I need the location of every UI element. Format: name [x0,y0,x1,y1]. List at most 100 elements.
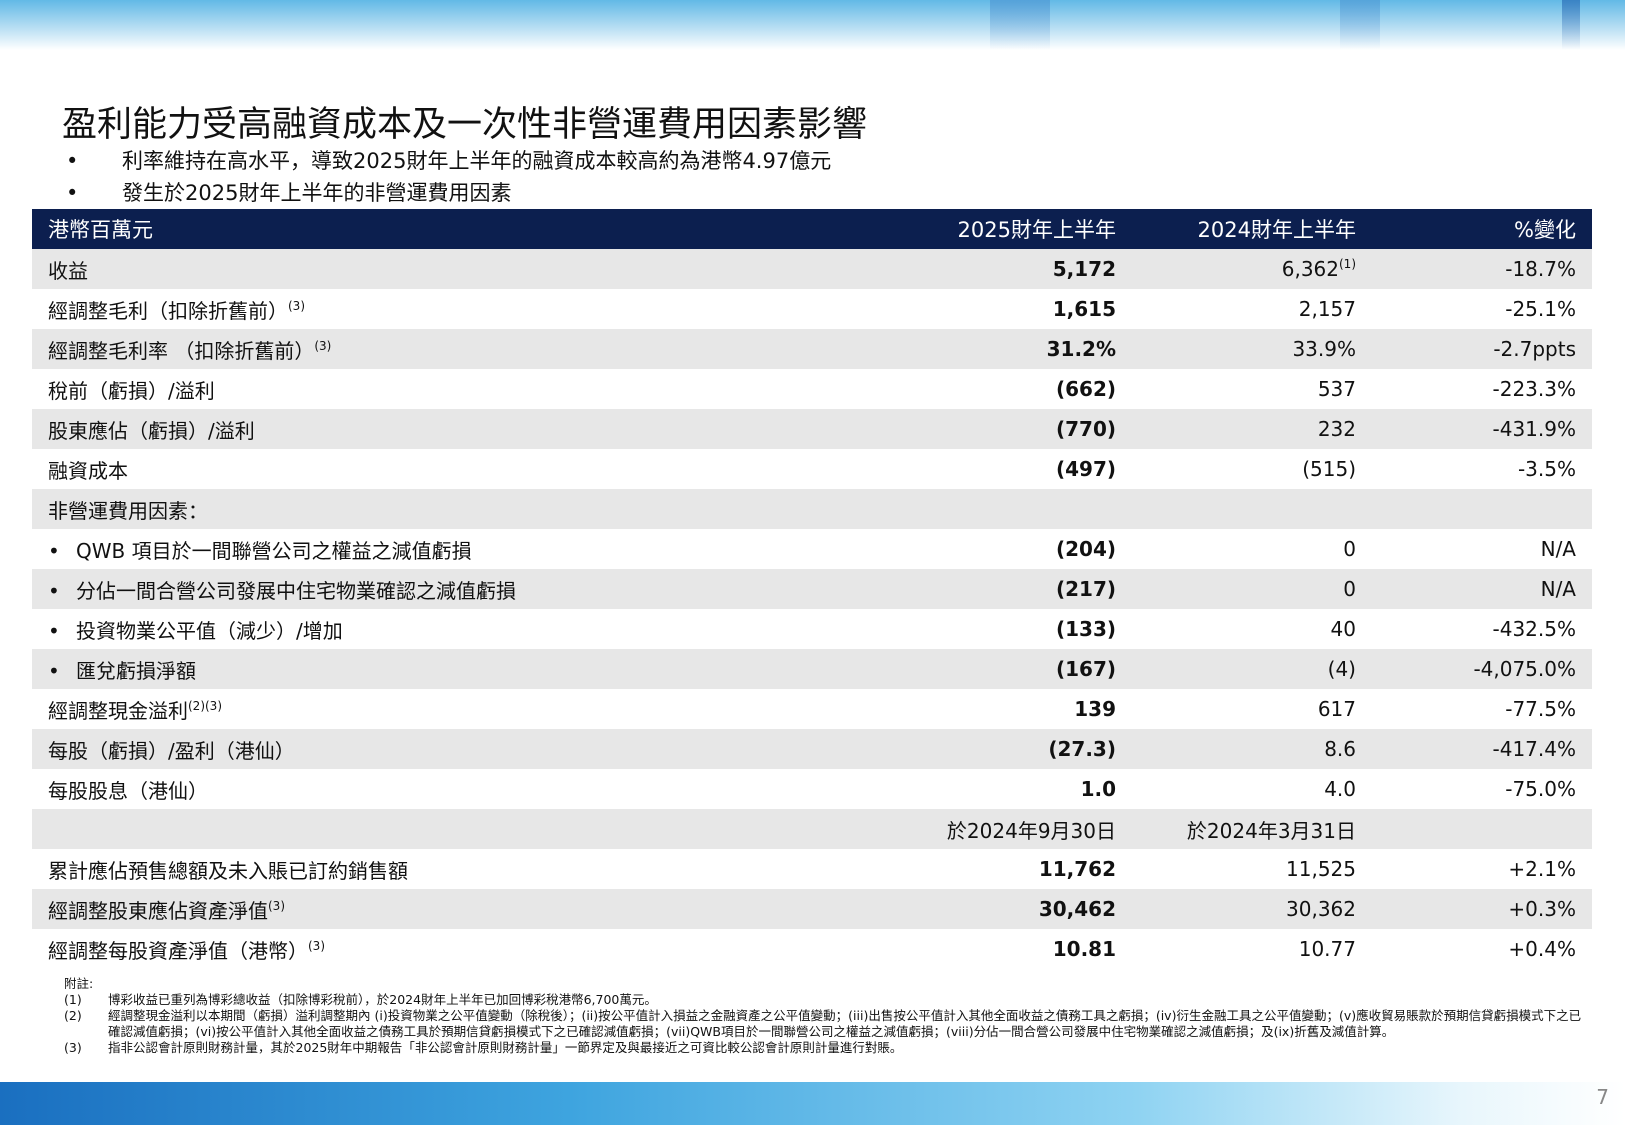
financial-table-wrap: 港幣百萬元 2025財年上半年 2024財年上半年 %變化 收益 5,172 6,3… [32,209,1592,969]
table-row: 經調整毛利（扣除折舊前）(3) 1,615 2,157 -25.1% [32,289,1592,329]
value-text: 4.0 [1324,777,1356,801]
row-label-text: 非營運費用因素： [48,498,208,523]
value-fy2025: 139 [1074,697,1116,721]
value-fy2025: 10.81 [1052,937,1116,961]
row-label-text: QWB 項目於一間聯營公司之權益之減值虧損 [76,538,472,563]
table-row: • 投資物業公平值（減少）/增加 (133) 40 -432.5% [32,609,1592,649]
value-change: -3.5% [1517,457,1576,481]
date-heading-prior: 於2024年3月31日 [1132,809,1372,849]
row-label: • 分佔一間合營公司發展中住宅物業確認之減值虧損 [32,569,826,609]
value-change: -417.4% [1492,737,1576,761]
bullet-dot-icon: • [48,618,60,643]
table-body: 收益 5,172 6,362(1) -18.7% 經調整毛利（扣除折舊前）(3) 1,61… [32,249,1592,969]
value-change: N/A [1540,537,1576,561]
value-change [1372,489,1592,529]
bullet-dot-icon: • [48,658,60,683]
row-label: 收益 [32,249,826,289]
value-change: +0.4% [1508,937,1576,961]
value-fy2025: (27.3) [1048,737,1116,761]
bullet-dot-icon: • [48,538,60,563]
row-label: 每股（虧損）/盈利（港仙） [32,729,826,769]
value-fy2025: (770) [1055,417,1116,441]
value-change: +2.1% [1508,857,1576,881]
row-label-text: 股東應佔（虧損）/溢利 [48,418,255,443]
table-row: 每股股息（港仙） 1.0 4.0 -75.0% [32,769,1592,809]
table-row: 於2024年9月30日 於2024年3月31日 [32,809,1592,849]
value-text: 6,362 [1281,257,1339,281]
row-label-text: 分佔一間合營公司發展中住宅物業確認之減值虧損 [76,578,516,603]
table-row: 累計應佔預售總額及未入賬已訂約銷售額 11,762 11,525 +2.1% [32,849,1592,889]
band-glow [990,0,1050,50]
row-label-text: 匯兌虧損淨額 [76,658,196,683]
row-label-text: 融資成本 [48,458,128,483]
table-header-row: 港幣百萬元 2025財年上半年 2024財年上半年 %變化 [32,209,1592,249]
bullet-text: 利率維持在高水平，導致2025財年上半年的融資成本較高約為港幣4.97億元 [122,149,832,173]
row-label: 每股股息（港仙） [32,769,826,809]
value-text: 8.6 [1324,737,1356,761]
footnotes-title: 附註: [64,976,94,991]
value-fy2024: 33.9% [1132,329,1372,369]
table-row: 經調整每股資產淨值（港幣）(3) 10.81 10.77 +0.4% [32,929,1592,969]
header-fy2025: 2025財年上半年 [957,218,1116,242]
value-text: 40 [1330,617,1356,641]
bullet-text: 發生於2025財年上半年的非營運費用因素 [122,181,512,205]
value-fy2025 [826,489,1132,529]
value-fy2024: 617 [1132,689,1372,729]
date-heading-current: 於2024年9月30日 [946,818,1116,843]
footnote-ref: (3) [288,298,305,313]
table-row: 經調整現金溢利(2)(3) 139 617 -77.5% [32,689,1592,729]
footnote-ref: (2)(3) [188,698,222,713]
value-fy2025: (662) [1055,377,1116,401]
financial-table: 港幣百萬元 2025財年上半年 2024財年上半年 %變化 收益 5,172 6,3… [32,209,1592,969]
table-row: 經調整毛利率 （扣除折舊前）(3) 31.2% 33.9% -2.7ppts [32,329,1592,369]
value-fy2025: 1.0 [1080,777,1116,801]
bottom-decorative-band [0,1082,1625,1125]
footnote-item: (2) 經調整現金溢利以本期間（虧損）溢利調整期內 (i)投資物業之公平值變動（除… [64,1008,1584,1040]
value-fy2025: (133) [1055,617,1116,641]
top-decorative-band [0,0,1625,50]
row-label: • 投資物業公平值（減少）/增加 [32,609,826,649]
row-label: 經調整現金溢利(2)(3) [32,689,826,729]
value-text: 0 [1343,537,1356,561]
footnote-ref: (3) [314,338,332,353]
value-fy2024: 6,362(1) [1132,249,1372,289]
row-label-text: 投資物業公平值（減少）/增加 [76,618,343,643]
value-change: -2.7ppts [1493,337,1576,361]
value-fy2024: (4) [1132,649,1372,689]
value-fy2024: 8.6 [1132,729,1372,769]
summary-bullet: • 利率維持在高水平，導致2025財年上半年的融資成本較高約為港幣4.97億元 [62,145,831,177]
value-fy2024: 11,525 [1132,849,1372,889]
row-label-text: 累計應佔預售總額及未入賬已訂約銷售額 [48,858,408,883]
footnote-number: (1) [64,992,82,1007]
row-label-text: 經調整每股資產淨值（港幣） [48,938,308,963]
value-change: -432.5% [1492,617,1576,641]
row-label: 股東應佔（虧損）/溢利 [32,409,826,449]
row-label: 融資成本 [32,449,826,489]
value-fy2025: (497) [1055,457,1116,481]
footnote-list: (1) 博彩收益已重列為博彩總收益（扣除博彩稅前），於2024財年上半年已加回博彩… [64,992,1584,1056]
header-fy2024: 2024財年上半年 [1197,218,1356,242]
value-change: -77.5% [1505,697,1576,721]
row-label: 經調整毛利（扣除折舊前）(3) [32,289,826,329]
summary-bullets: • 利率維持在高水平，導致2025財年上半年的融資成本較高約為港幣4.97億元 •… [62,145,831,209]
value-text: 537 [1317,377,1356,401]
value-fy2024: 10.77 [1132,929,1372,969]
footnote-ref: (3) [268,898,285,913]
footnote-text: 博彩收益已重列為博彩總收益（扣除博彩稅前），於2024財年上半年已加回博彩稅港幣… [108,992,657,1007]
value-fy2024: 0 [1132,529,1372,569]
band-glow [1562,0,1580,50]
value-fy2025: (204) [1055,537,1116,561]
value-change: -25.1% [1505,297,1576,321]
row-label-text: 稅前（虧損）/溢利 [48,378,215,403]
table-row: 非營運費用因素： [32,489,1592,529]
summary-bullet: • 發生於2025財年上半年的非營運費用因素 [62,177,831,209]
bullet-dot-icon: • [66,149,79,173]
footnote-item: (3) 指非公認會計原則財務計量，其於2025財年中期報告「非公認會計原則財務計量… [64,1040,1584,1056]
value-fy2024: 40 [1132,609,1372,649]
value-fy2025: 5,172 [1052,257,1116,281]
value-fy2024: 30,362 [1132,889,1372,929]
footnote-text: 指非公認會計原則財務計量，其於2025財年中期報告「非公認會計原則財務計量」一節… [108,1040,903,1055]
value-fy2025: 1,615 [1052,297,1116,321]
row-label-text: 經調整毛利率 （扣除折舊前） [48,338,315,363]
value-fy2024: 2,157 [1132,289,1372,329]
